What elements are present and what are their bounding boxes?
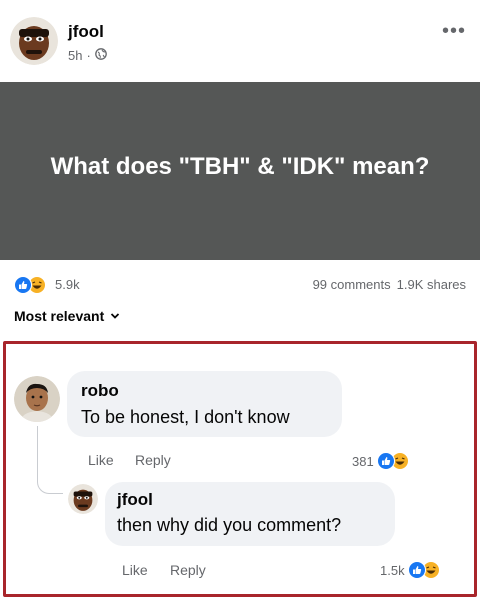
comments-shares: 99 comments 1.9K shares <box>313 277 466 292</box>
reply-reaction-count: 1.5k <box>380 562 405 578</box>
sort-label: Most relevant <box>14 308 105 324</box>
comment-reaction-icons <box>376 452 409 470</box>
post-text: What does "TBH" & "IDK" mean? <box>50 153 430 180</box>
reply-thread-line <box>37 426 63 494</box>
reply-bubble: jfool then why did you comment? <box>105 482 395 546</box>
comment-author[interactable]: robo <box>81 381 119 401</box>
post-meta: 5h · <box>68 48 107 63</box>
meta-separator: · <box>86 48 91 63</box>
reply-author[interactable]: jfool <box>117 490 153 510</box>
post-header: jfool 5h · ••• <box>0 0 480 82</box>
reply-reaction-icons <box>407 561 440 579</box>
like-button[interactable]: Like <box>122 562 148 578</box>
reply-author-avatar[interactable] <box>68 484 98 514</box>
like-reaction-icon <box>14 276 32 294</box>
more-options-button[interactable]: ••• <box>442 20 466 43</box>
like-reaction-icon <box>407 561 426 579</box>
shares-count[interactable]: 1.9K shares <box>397 277 466 292</box>
reply-text: then why did you comment? <box>117 515 342 535</box>
like-reaction-icon <box>376 452 395 470</box>
chevron-down-icon <box>110 308 120 324</box>
author-name[interactable]: jfool <box>68 22 104 42</box>
author-avatar[interactable] <box>10 17 58 65</box>
comment-sort-dropdown[interactable]: Most relevant <box>14 308 120 324</box>
reply-button[interactable]: Reply <box>170 562 206 578</box>
comment-bubble: robo To be honest, I don't know <box>67 371 342 437</box>
reaction-count[interactable]: 5.9k <box>55 277 80 292</box>
comment-text: To be honest, I don't know <box>81 407 290 427</box>
reactions-bar: 5.9k 99 comments 1.9K shares <box>0 262 480 308</box>
comments-count[interactable]: 99 comments <box>313 277 391 292</box>
post-time[interactable]: 5h <box>68 48 82 63</box>
comment-reaction-count: 381 <box>352 453 374 469</box>
globe-icon <box>94 48 107 63</box>
reply-reactions[interactable]: 1.5k <box>380 561 440 579</box>
comment-reactions[interactable]: 381 <box>352 452 409 470</box>
reply-button[interactable]: Reply <box>135 452 171 468</box>
commenter-avatar[interactable] <box>14 376 60 422</box>
reaction-icons[interactable] <box>14 276 46 294</box>
like-button[interactable]: Like <box>88 452 114 468</box>
post-body: What does "TBH" & "IDK" mean? <box>0 82 480 260</box>
